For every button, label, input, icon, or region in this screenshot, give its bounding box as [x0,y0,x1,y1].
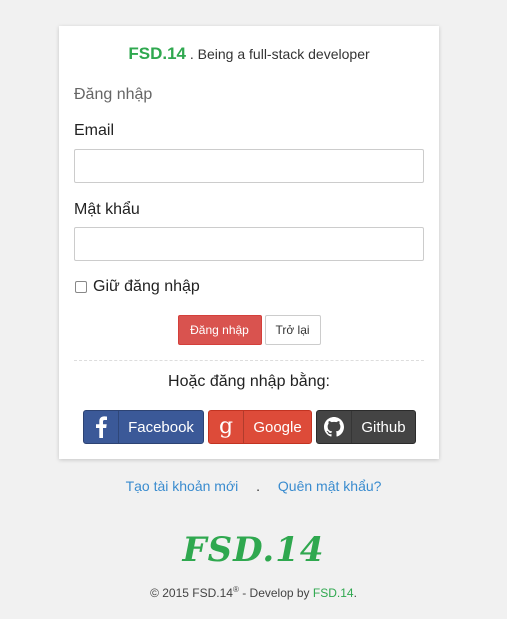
facebook-icon [84,411,119,443]
facebook-login-button[interactable]: Facebook [83,410,204,444]
develop-by-text: - Develop by [238,586,313,600]
copyright-text: © 2015 FSD.14 [150,586,233,600]
links-separator: . [256,478,261,494]
remember-label: Giữ đăng nhập [93,278,200,295]
form-title: Đăng nhập [74,86,153,103]
email-field[interactable] [74,149,424,183]
remember-me[interactable]: Giữ đăng nhập [75,278,200,296]
github-label: Github [361,418,406,436]
footer-logo: FSD.14 [182,530,325,570]
divider [74,360,424,361]
back-button[interactable]: Trở lại [264,315,321,345]
login-button[interactable]: Đăng nhập [177,315,262,345]
footer-end: . [353,586,357,600]
account-links: Tạo tài khoản mới . Quên mật khẩu? [0,478,507,494]
brand-line: FSD.14 . Being a full-stack developer [59,44,439,64]
brand-tagline: . Being a full-stack developer [189,46,370,62]
github-icon [317,411,352,443]
social-heading: Hoặc đăng nhập bằng: [168,373,330,390]
facebook-label: Facebook [128,418,194,436]
developer-link[interactable]: FSD.14 [313,586,354,600]
password-label: Mật khẩu [74,201,140,218]
email-label: Email [74,122,115,139]
login-card: FSD.14 . Being a full-stack developer Đă… [59,26,439,459]
register-link[interactable]: Tạo tài khoản mới [126,478,239,494]
google-icon: g [209,411,244,443]
google-login-button[interactable]: g Google [208,410,312,444]
social-buttons: Facebook g Google Github [83,410,416,444]
forgot-password-link[interactable]: Quên mật khẩu? [278,478,382,494]
github-login-button[interactable]: Github [316,410,416,444]
form-buttons: Đăng nhập Trở lại [59,315,439,345]
google-label: Google [253,418,302,436]
brand-name: FSD.14 [128,44,186,63]
remember-checkbox[interactable] [75,281,87,293]
footer: © 2015 FSD.14® - Develop by FSD.14. [0,585,507,600]
password-field[interactable] [74,227,424,261]
